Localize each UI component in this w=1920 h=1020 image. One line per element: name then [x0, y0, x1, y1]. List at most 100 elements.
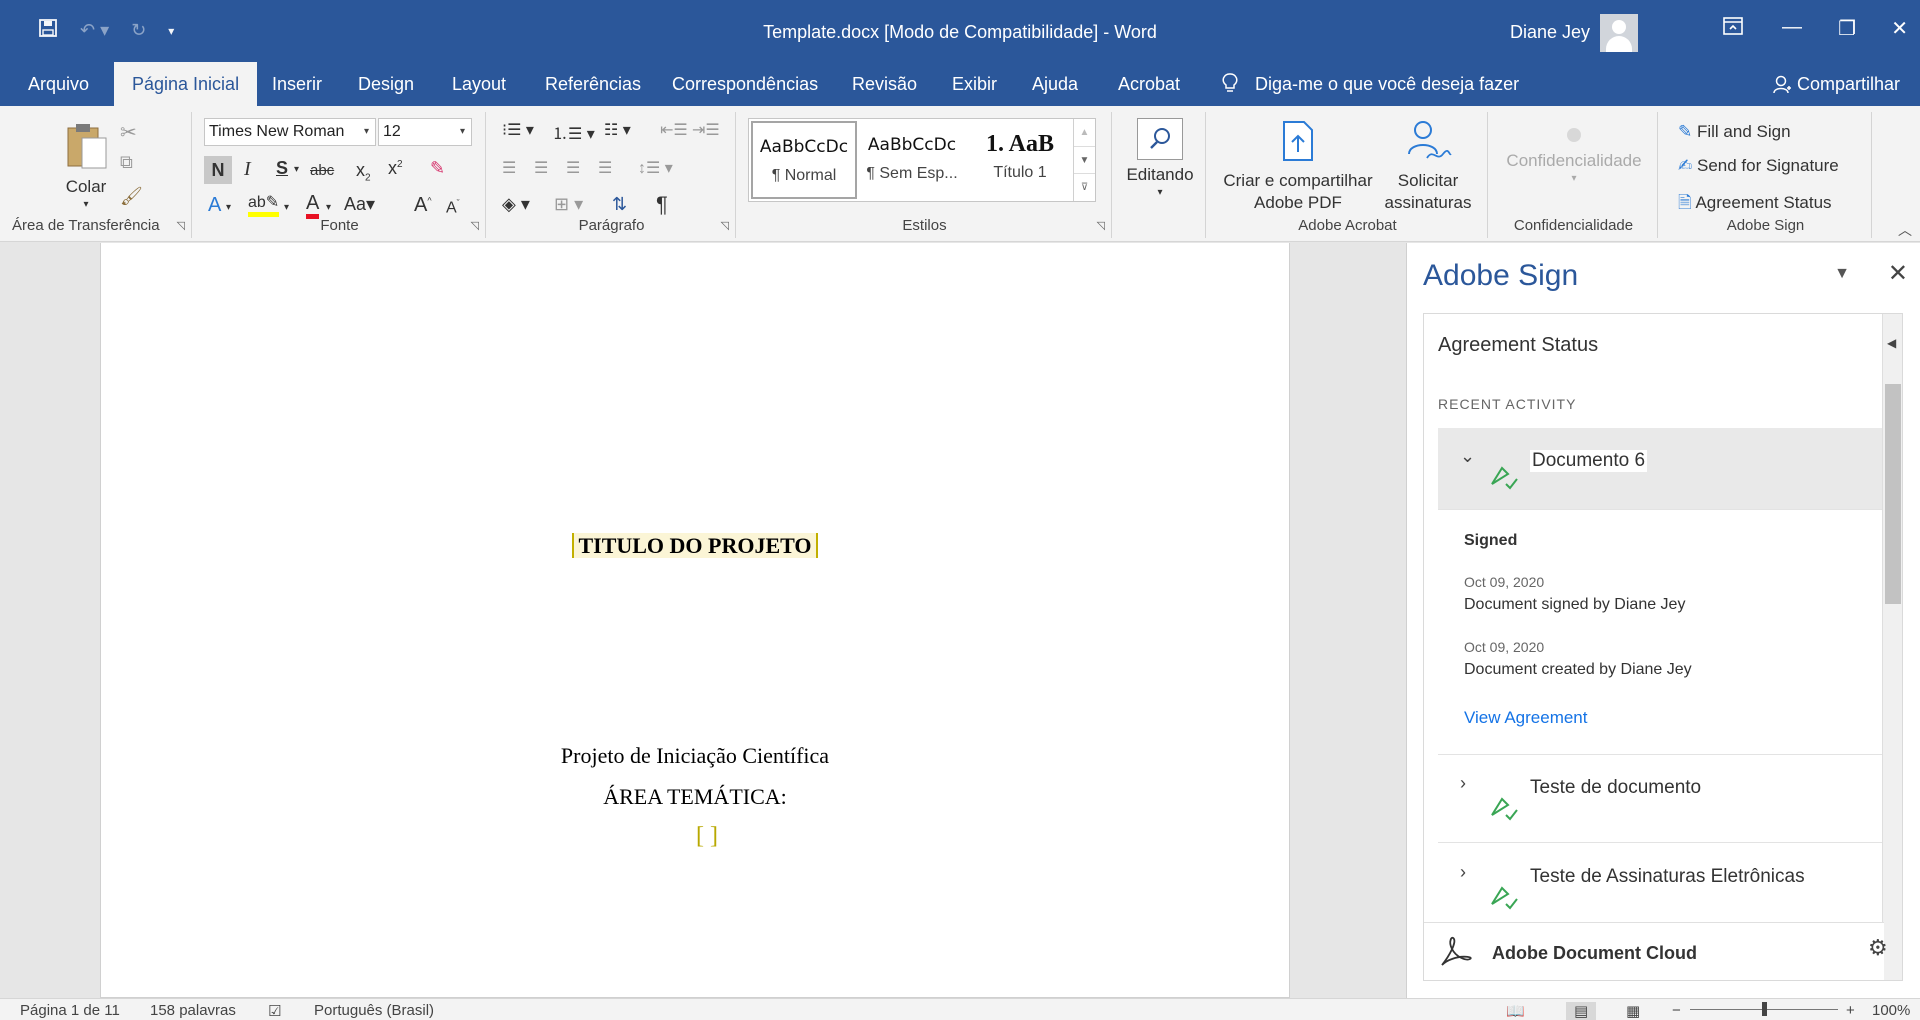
style-normal[interactable]: AaBbCcDc ¶ Normal — [751, 121, 857, 199]
strikethrough-button[interactable]: abc — [310, 162, 334, 179]
zoom-level[interactable]: 100% — [1872, 1002, 1910, 1019]
align-left-icon[interactable]: ☰ — [502, 158, 516, 178]
decrease-indent-icon[interactable]: ⇤☰ — [660, 120, 688, 140]
font-size-combo[interactable]: 12 ▾ — [378, 118, 472, 146]
multilevel-list-icon[interactable]: ☷ ▾ — [604, 120, 631, 140]
numbering-icon[interactable]: ⒈☰ ▾ — [552, 120, 595, 144]
dialog-launcher-icon[interactable]: ◹ — [1097, 219, 1105, 232]
tell-me-search[interactable]: Diga-me o que você deseja fazer — [1222, 62, 1519, 106]
tab-ajuda[interactable]: Ajuda — [1024, 62, 1086, 106]
show-formatting-icon[interactable]: ¶ — [656, 192, 668, 218]
proofing-icon[interactable]: ☑ — [268, 1002, 281, 1020]
copy-icon[interactable]: ⧉ — [120, 152, 133, 173]
chevron-down-icon[interactable]: ⌄ — [1460, 446, 1475, 467]
project-title[interactable]: TITULO DO PROJETO — [101, 533, 1289, 559]
align-center-icon[interactable]: ☰ — [534, 158, 548, 178]
paste-button[interactable]: Colar ▾ — [56, 122, 116, 211]
tab-inserir[interactable]: Inserir — [264, 62, 330, 106]
confidentiality-button[interactable]: Confidencialidade ▾ — [1494, 118, 1654, 185]
agreement-item[interactable]: › Teste de Assinaturas Eletrônicas — [1438, 844, 1884, 932]
collapse-ribbon-icon[interactable]: ︿ — [1898, 220, 1912, 240]
print-layout-icon[interactable]: ▤ — [1566, 1002, 1597, 1020]
grow-font-button[interactable]: A^ — [414, 194, 432, 217]
format-painter-icon[interactable]: 🖌 — [120, 186, 143, 207]
dialog-launcher-icon[interactable]: ◹ — [471, 219, 479, 232]
minimize-icon[interactable]: — — [1782, 16, 1802, 39]
font-color-icon[interactable]: A — [306, 192, 320, 219]
text-effects-dropdown-icon[interactable]: ▾ — [226, 202, 231, 213]
styles-scroll[interactable]: ▲ ▼ ⊽ — [1073, 119, 1095, 201]
tab-acrobat[interactable]: Acrobat — [1110, 62, 1188, 106]
shading-icon[interactable]: ◈ ▾ — [502, 194, 530, 215]
agreement-item[interactable]: ⌄ Documento 6 — [1438, 428, 1884, 510]
scroll-left-icon[interactable]: ◀ — [1887, 336, 1896, 350]
avatar[interactable] — [1600, 14, 1638, 52]
tab-exibir[interactable]: Exibir — [944, 62, 1005, 106]
agreement-item[interactable]: › Teste de documento — [1438, 755, 1884, 843]
event-text: Document created by Diane Jey — [1464, 661, 1692, 678]
tab-pagina-inicial[interactable]: Página Inicial — [114, 62, 258, 106]
read-mode-icon[interactable]: 📖 — [1506, 1002, 1525, 1020]
scrollbar-thumb[interactable] — [1885, 384, 1901, 604]
sort-icon[interactable]: ⇅ — [612, 194, 627, 215]
close-icon[interactable]: ✕ — [1891, 16, 1908, 41]
tab-layout[interactable]: Layout — [444, 62, 514, 106]
style-heading-1[interactable]: 1. AaB Título 1 — [967, 121, 1073, 199]
align-right-icon[interactable]: ☰ — [566, 158, 580, 178]
line-spacing-icon[interactable]: ↕☰ ▾ — [638, 158, 673, 178]
share-button[interactable]: Compartilhar — [1772, 62, 1900, 106]
style-no-spacing[interactable]: AaBbCcDc ¶ Sem Esp... — [859, 121, 965, 199]
tab-arquivo[interactable]: Arquivo — [20, 62, 97, 106]
dialog-launcher-icon[interactable]: ◹ — [177, 219, 185, 232]
borders-icon[interactable]: ⊞ ▾ — [554, 194, 583, 215]
editing-button[interactable]: Editando ▾ — [1122, 118, 1198, 199]
pane-scrollbar[interactable]: ◀ — [1882, 314, 1902, 980]
highlight-dropdown-icon[interactable]: ▾ — [284, 202, 289, 213]
view-agreement-link[interactable]: View Agreement — [1464, 708, 1587, 728]
increase-indent-icon[interactable]: ⇥☰ — [692, 120, 720, 140]
justify-icon[interactable]: ☰ — [598, 158, 612, 178]
italic-button[interactable]: I — [244, 158, 251, 181]
bold-button[interactable]: N — [204, 156, 232, 184]
pane-options-icon[interactable]: ▼ — [1834, 265, 1850, 283]
highlight-icon[interactable]: ab✎ — [248, 192, 280, 217]
agreement-status-button[interactable]: 🗎 Agreement Status — [1678, 190, 1832, 219]
zoom-slider-thumb[interactable] — [1762, 1002, 1767, 1016]
underline-dropdown-icon[interactable]: ▾ — [294, 164, 299, 175]
placeholder-field[interactable]: [ ] — [125, 823, 1289, 850]
underline-button[interactable]: S — [276, 158, 288, 179]
chevron-right-icon[interactable]: › — [1460, 773, 1466, 794]
dialog-launcher-icon[interactable]: ◹ — [721, 219, 729, 232]
word-count[interactable]: 158 palavras — [150, 1002, 236, 1019]
cut-icon[interactable]: ✂ — [120, 120, 137, 145]
request-signatures-button[interactable]: Solicitar assinaturas — [1378, 118, 1478, 214]
superscript-button[interactable]: x2 — [388, 158, 403, 179]
text-effects-icon[interactable]: A — [208, 194, 221, 217]
shrink-font-button[interactable]: Aˇ — [446, 198, 460, 217]
send-for-signature-button[interactable]: ✍ Send for Signature — [1678, 156, 1839, 176]
subscript-button[interactable]: x2 — [356, 160, 371, 184]
restore-icon[interactable]: ❐ — [1838, 16, 1856, 41]
tab-referencias[interactable]: Referências — [537, 62, 649, 106]
ribbon-display-options-icon[interactable] — [1722, 16, 1744, 42]
user-name[interactable]: Diane Jey — [1510, 22, 1590, 43]
pane-close-icon[interactable]: ✕ — [1888, 259, 1908, 288]
document-page[interactable]: TITULO DO PROJETO Projeto de Iniciação C… — [100, 243, 1290, 998]
bullets-icon[interactable]: ⁝☰ ▾ — [502, 120, 534, 140]
create-share-pdf-button[interactable]: Criar e compartilhar Adobe PDF — [1218, 118, 1378, 214]
change-case-button[interactable]: Aa▾ — [344, 194, 375, 215]
font-color-dropdown-icon[interactable]: ▾ — [326, 202, 331, 213]
chevron-right-icon[interactable]: › — [1460, 862, 1466, 883]
zoom-out-icon[interactable]: − — [1672, 1002, 1681, 1019]
tab-revisao[interactable]: Revisão — [844, 62, 925, 106]
page-count[interactable]: Página 1 de 11 — [20, 1002, 120, 1019]
language[interactable]: Português (Brasil) — [314, 1002, 434, 1019]
web-layout-icon[interactable]: ▦ — [1626, 1002, 1640, 1020]
fill-and-sign-button[interactable]: ✎ Fill and Sign — [1678, 122, 1791, 142]
font-name-combo[interactable]: Times New Roman ▾ — [204, 118, 376, 146]
clear-formatting-icon[interactable]: ✎ — [430, 158, 445, 179]
tab-correspondencias[interactable]: Correspondências — [664, 62, 826, 106]
gear-icon[interactable]: ⚙ — [1868, 935, 1888, 961]
tab-design[interactable]: Design — [350, 62, 422, 106]
zoom-in-icon[interactable]: + — [1846, 1002, 1855, 1019]
